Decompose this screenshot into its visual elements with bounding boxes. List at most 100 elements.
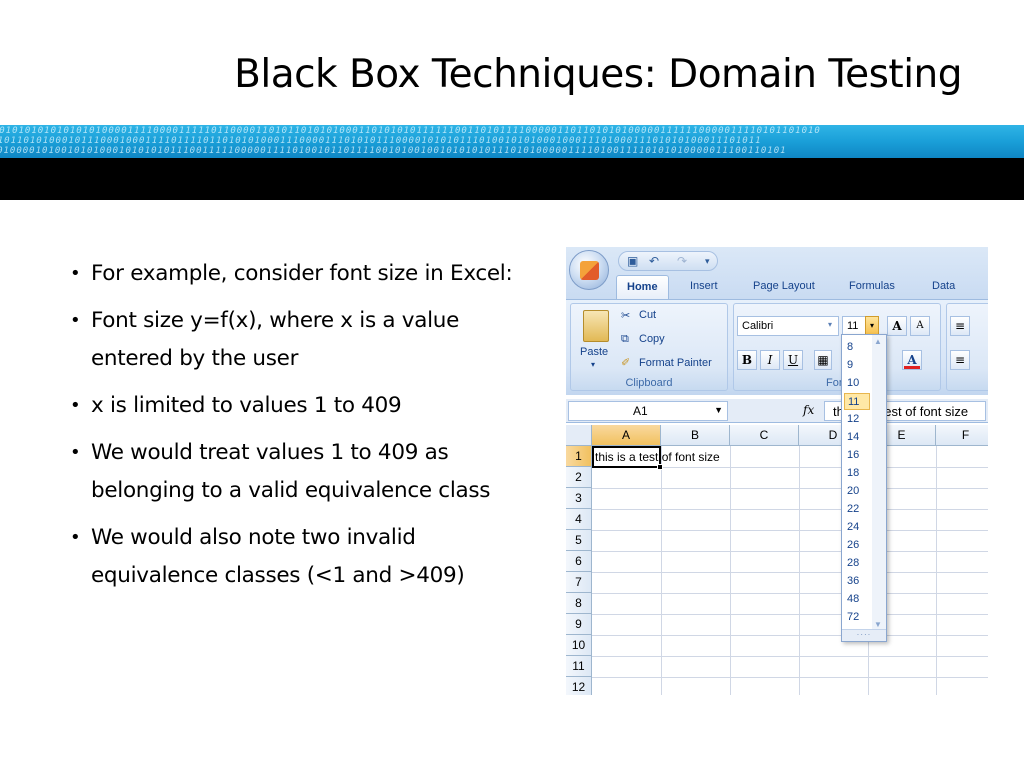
row-header[interactable]: 7 (566, 572, 592, 593)
paste-icon[interactable] (583, 310, 609, 342)
font-color-swatch (904, 366, 920, 369)
customize-qat-icon[interactable]: ▾ (705, 256, 710, 267)
font-size-dropdown[interactable]: 8 9 10 11 12 14 16 18 20 22 24 26 28 36 … (841, 334, 887, 642)
select-all-corner[interactable] (566, 425, 592, 446)
font-size-option[interactable]: 12 (844, 411, 870, 428)
row-header[interactable]: 10 (566, 635, 592, 656)
cut-button[interactable]: Cut (639, 309, 656, 321)
italic-button[interactable]: I (760, 350, 780, 370)
scroll-down-icon[interactable]: ▼ (874, 620, 882, 629)
row-header[interactable]: 3 (566, 488, 592, 509)
name-box-dropdown-icon[interactable]: ▼ (714, 405, 723, 415)
name-box[interactable]: A1 ▼ (568, 401, 728, 421)
row-header[interactable]: 12 (566, 677, 592, 695)
font-size-option[interactable]: 20 (844, 483, 870, 500)
gridline (592, 635, 988, 636)
gridline (592, 572, 988, 573)
font-group-label: Font (825, 377, 848, 389)
cut-icon: ✂ (621, 310, 631, 322)
copy-icon: ⧉ (621, 333, 629, 345)
font-size-option[interactable]: 14 (844, 429, 870, 446)
font-family-select[interactable]: Calibri (737, 316, 839, 336)
tab-page-layout[interactable]: Page Layout (753, 280, 815, 292)
bullet-item: • We would also note two invalid equivale… (70, 519, 540, 595)
slide-title: Black Box Techniques: Domain Testing (234, 52, 962, 97)
bullet-marker: • (70, 442, 81, 463)
fx-icon[interactable]: fx (803, 403, 814, 417)
ribbon-tabs: Home Insert Page Layout Formulas Data (616, 275, 988, 300)
column-header-c[interactable]: C (730, 425, 799, 446)
row-header[interactable]: 8 (566, 593, 592, 614)
undo-icon[interactable]: ↶ (649, 254, 659, 268)
font-family-chevron-icon[interactable]: ▾ (828, 320, 832, 329)
row-header[interactable]: 1 (566, 446, 592, 467)
format-painter-icon: ✐ (621, 357, 631, 369)
shrink-font-button[interactable]: A (910, 316, 930, 336)
row-header[interactable]: 9 (566, 614, 592, 635)
font-size-option[interactable]: 72 (844, 609, 870, 626)
tab-insert[interactable]: Insert (690, 280, 718, 292)
font-size-option[interactable]: 8 (844, 339, 870, 356)
dropdown-scrollbar[interactable]: ▲ ▼ (872, 335, 886, 631)
font-size-option[interactable]: 9 (844, 357, 870, 374)
scroll-up-icon[interactable]: ▲ (874, 337, 882, 346)
tab-home[interactable]: Home (616, 275, 669, 300)
font-size-option-selected[interactable]: 11 (844, 393, 870, 410)
align-left-button[interactable]: ≡ (950, 350, 970, 370)
tab-data[interactable]: Data (932, 280, 955, 292)
bullet-marker: • (70, 395, 81, 416)
font-group: Calibri ▾ 11 ▾ A A B I U ▦ A Font (733, 303, 941, 391)
fill-handle[interactable] (657, 464, 663, 470)
row-header[interactable]: 5 (566, 530, 592, 551)
align-top-button[interactable]: ≡ (950, 316, 970, 336)
font-size-input[interactable]: 11 (842, 316, 866, 336)
excel-screenshot: ▣ ↶ ↷ ▾ Home Insert Page Layout Formulas… (566, 247, 988, 695)
font-size-option[interactable]: 18 (844, 465, 870, 482)
bullet-text: For example, consider font size in Excel… (91, 261, 513, 286)
borders-icon: ▦ (817, 353, 829, 367)
row-header[interactable]: 2 (566, 467, 592, 488)
save-icon[interactable]: ▣ (627, 254, 638, 268)
alignment-group: ≡ ≡ (946, 303, 988, 391)
gridline (592, 614, 988, 615)
bullet-item: • x is limited to values 1 to 409 (70, 387, 540, 425)
gridline (592, 530, 988, 531)
gridline (730, 446, 731, 695)
column-header-f[interactable]: F (936, 425, 988, 446)
column-header-b[interactable]: B (661, 425, 730, 446)
row-header[interactable]: 11 (566, 656, 592, 677)
paste-dropdown-icon[interactable]: ▾ (591, 360, 595, 369)
worksheet-grid[interactable]: A B C D E F 1 2 3 4 5 6 7 8 9 10 11 12 t… (566, 425, 988, 695)
active-cell-border (592, 446, 663, 470)
tab-formulas[interactable]: Formulas (849, 280, 895, 292)
format-painter-button[interactable]: Format Painter (639, 357, 712, 369)
font-size-option[interactable]: 36 (844, 573, 870, 590)
borders-button[interactable]: ▦ (814, 350, 832, 370)
underline-button[interactable]: U (783, 350, 803, 370)
font-size-dropdown-button[interactable]: ▾ (865, 316, 879, 336)
font-size-option[interactable]: 26 (844, 537, 870, 554)
header-band (0, 158, 1024, 200)
office-button[interactable] (569, 250, 609, 290)
gridline (592, 488, 988, 489)
column-header-a[interactable]: A (592, 425, 661, 446)
bullet-text: We would also note two invalid equivalen… (91, 525, 465, 588)
font-size-option[interactable]: 16 (844, 447, 870, 464)
font-size-option[interactable]: 28 (844, 555, 870, 572)
gridline (592, 656, 988, 657)
bullet-item: • Font size y=f(x), where x is a value en… (70, 302, 540, 378)
redo-icon[interactable]: ↷ (677, 254, 687, 268)
row-header[interactable]: 4 (566, 509, 592, 530)
font-size-option[interactable]: 48 (844, 591, 870, 608)
font-size-option[interactable]: 22 (844, 501, 870, 518)
bold-button[interactable]: B (737, 350, 757, 370)
font-size-option[interactable]: 10 (844, 375, 870, 392)
font-size-option[interactable]: 24 (844, 519, 870, 536)
bullet-marker: • (70, 527, 81, 548)
paste-button[interactable]: Paste (580, 346, 608, 358)
grow-font-button[interactable]: A (887, 316, 907, 336)
ribbon-top: ▣ ↶ ↷ ▾ Home Insert Page Layout Formulas… (566, 247, 988, 300)
resize-grip-icon[interactable]: ···· (842, 629, 886, 641)
row-header[interactable]: 6 (566, 551, 592, 572)
copy-button[interactable]: Copy (639, 333, 665, 345)
